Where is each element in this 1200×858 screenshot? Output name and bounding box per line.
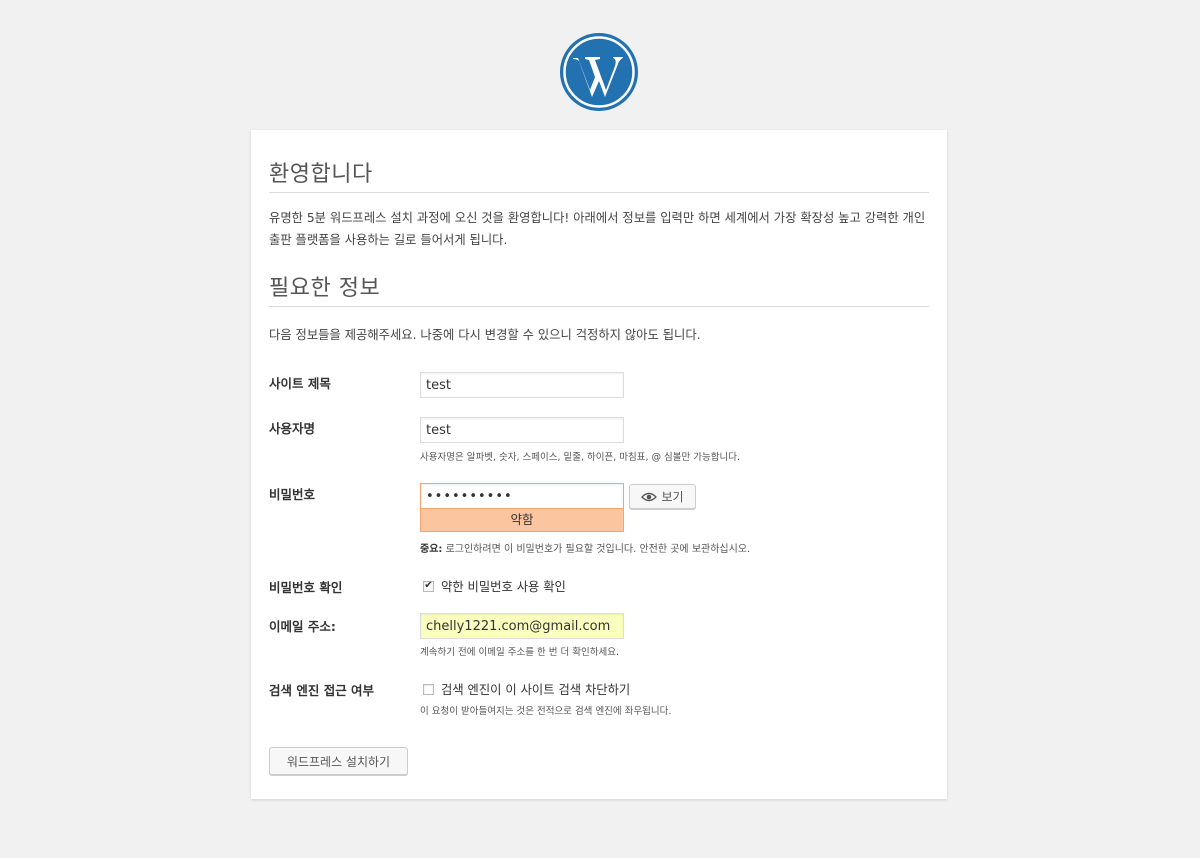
email-hint: 계속하기 전에 이메일 주소를 한 번 더 확인하세요. [420,647,619,658]
site-title-input[interactable] [420,372,624,398]
password-label: 비밀번호 [269,487,316,502]
username-label: 사용자명 [269,421,316,436]
confirm-label: 비밀번호 확인 [269,580,343,595]
search-visibility-option[interactable]: 검색 엔진이 이 사이트 검색 차단하기 [423,680,630,698]
wordpress-logo-icon[interactable] [559,32,639,112]
password-hint: 중요: 로그인하려면 이 비밀번호가 필요할 것입니다. 안전한 곳에 보관하십… [420,540,750,555]
search-block-checkbox-label: 검색 엔진이 이 사이트 검색 차단하기 [441,683,631,697]
search-block-checkbox[interactable] [423,683,434,695]
username-hint: 사용자명은 알파벳, 숫자, 스페이스, 밑줄, 하이픈, 마침표, @ 심볼만… [420,452,741,463]
email-input[interactable] [420,613,624,639]
weak-password-confirm[interactable]: ✔ 약한 비밀번호 사용 확인 [423,577,566,595]
password-hint-text: 로그인하려면 이 비밀번호가 필요할 것입니다. 안전한 곳에 보관하십시오. [442,544,751,555]
show-password-label: 보기 [661,490,684,504]
username-input[interactable] [420,417,624,443]
email-label: 이메일 주소: [269,619,336,634]
required-heading: 필요한 정보 [269,276,381,301]
search-visibility-label: 검색 엔진 접근 여부 [269,683,375,698]
password-strength-meter: 약함 [420,508,624,532]
weak-password-checkbox-label: 약한 비밀번호 사용 확인 [441,580,566,594]
install-card: 환영합니다 유명한 5분 워드프레스 설치 과정에 오신 것을 환영합니다! 아… [251,130,947,799]
divider [269,306,929,307]
required-text: 다음 정보들을 제공해주세요. 나중에 다시 변경할 수 있으니 걱정하지 않아… [269,328,701,342]
site-title-label: 사이트 제목 [269,376,331,391]
eye-icon [641,492,658,501]
password-hint-strong: 중요: [420,544,443,555]
install-wordpress-button[interactable]: 워드프레스 설치하기 [269,747,408,775]
divider [269,192,929,193]
show-password-button[interactable]: 보기 [629,484,696,509]
weak-password-checkbox[interactable]: ✔ [423,580,434,592]
welcome-heading: 환영합니다 [269,162,373,187]
search-hint: 이 요청이 받아들여지는 것은 전적으로 검색 엔진에 좌우됩니다. [420,706,672,717]
password-input[interactable] [420,483,624,509]
welcome-text: 유명한 5분 워드프레스 설치 과정에 오신 것을 환영합니다! 아래에서 정보… [269,211,926,247]
